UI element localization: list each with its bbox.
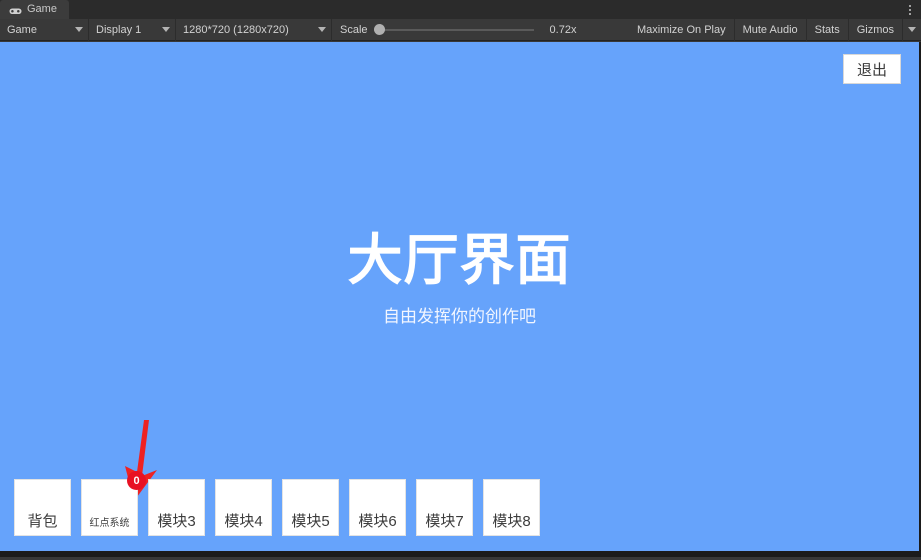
module-button-label: 模块4: [224, 513, 263, 530]
module-button[interactable]: 模块7: [416, 479, 473, 536]
tab-bar-spacer: [69, 0, 899, 19]
chevron-down-icon: [75, 27, 83, 32]
module-button-label: 模块3: [157, 513, 196, 530]
module-button[interactable]: 模块8: [483, 479, 540, 536]
kebab-menu-icon[interactable]: [899, 0, 921, 19]
chevron-down-icon: [908, 27, 916, 32]
module-button[interactable]: 模块6: [349, 479, 406, 536]
unity-game-window: Game Game Display 1 1280*720 (1280x720) …: [0, 0, 921, 560]
scale-slider-knob[interactable]: [373, 24, 385, 35]
tab-game[interactable]: Game: [0, 0, 69, 19]
display-dropdown[interactable]: Display 1: [89, 20, 175, 40]
scale-value: 0.72x: [549, 23, 577, 36]
scale-slider-track: [373, 28, 534, 31]
module-button-label: 红点系统: [89, 518, 130, 529]
game-view-toolbar: Game Display 1 1280*720 (1280x720) Scale…: [0, 18, 921, 41]
module-button[interactable]: 模块3: [148, 479, 205, 536]
chevron-down-icon: [162, 27, 170, 32]
page-subtitle: 自由发挥你的创作吧: [383, 306, 536, 326]
module-button-label: 模块5: [291, 513, 330, 530]
stats-button[interactable]: Stats: [805, 18, 848, 41]
module-button[interactable]: 模块5: [282, 479, 339, 536]
chevron-down-icon: [318, 27, 326, 32]
lobby-heading-block: 大厅界面 自由发挥你的创作吧: [0, 229, 919, 327]
module-button-row: 背包 0 红点系统 模块3 模块4 模块5 模块6 模块7 模块8: [14, 471, 540, 536]
status-badge: 0: [127, 471, 146, 490]
scale-slider[interactable]: [373, 24, 534, 36]
gizmos-button[interactable]: Gizmos: [847, 18, 902, 41]
game-view-canvas[interactable]: 退出 大厅界面 自由发挥你的创作吧 背包 0 红点系统 模块3 模块4 模块5 …: [0, 42, 921, 557]
module-button-label: 模块8: [492, 513, 531, 530]
maximize-on-play-button[interactable]: Maximize On Play: [629, 19, 734, 41]
gamepad-icon: [9, 6, 22, 14]
scale-control: Scale 0.72x: [332, 19, 629, 41]
target-display-value: Game: [7, 23, 37, 36]
resolution-value: 1280*720 (1280x720): [183, 23, 289, 36]
page-title: 大厅界面: [347, 229, 572, 291]
resolution-dropdown[interactable]: 1280*720 (1280x720): [176, 20, 331, 40]
scale-label: Scale: [340, 23, 368, 36]
tab-game-label: Game: [27, 3, 57, 15]
module-button-label: 背包: [27, 513, 58, 530]
module-button-label: 模块7: [425, 513, 464, 530]
target-display-dropdown[interactable]: Game: [0, 20, 88, 40]
display-value: Display 1: [96, 23, 142, 36]
window-tab-bar: Game: [0, 0, 921, 19]
module-button[interactable]: 模块4: [215, 479, 272, 536]
gizmos-dropdown-button[interactable]: [902, 18, 921, 41]
exit-button[interactable]: 退出: [843, 54, 901, 84]
module-button-label: 模块6: [358, 513, 397, 530]
module-button[interactable]: 背包: [14, 479, 71, 536]
module-button[interactable]: 0 红点系统: [81, 471, 146, 536]
mute-audio-button[interactable]: Mute Audio: [733, 18, 806, 41]
